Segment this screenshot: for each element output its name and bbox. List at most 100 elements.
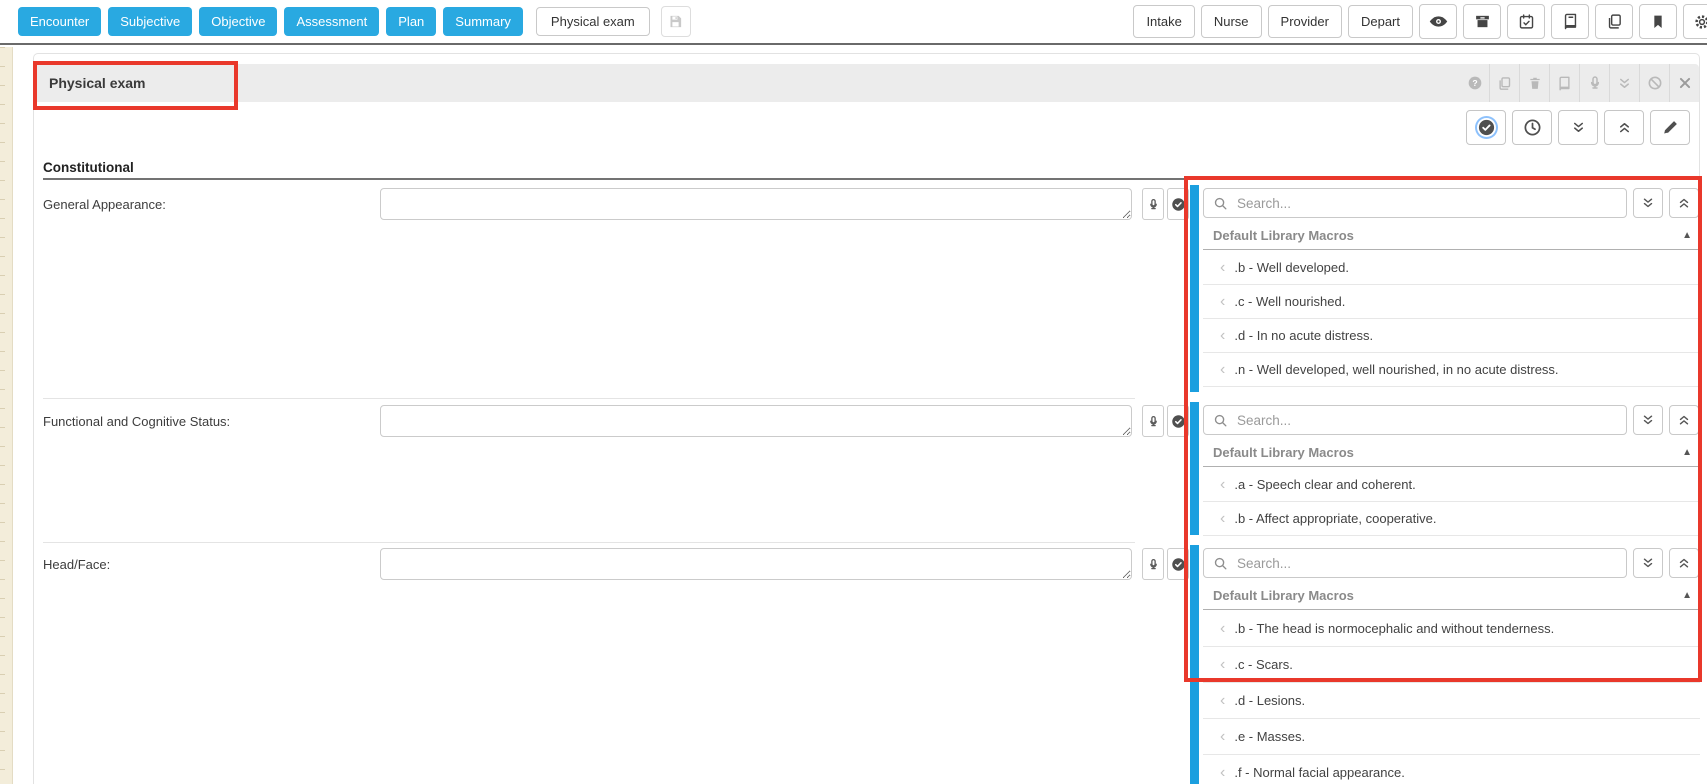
top-navigation-bar: Encounter Subjective Objective Assessmen… (0, 0, 1707, 45)
tab-assessment[interactable]: Assessment (284, 7, 379, 36)
expand-macros-button[interactable] (1633, 188, 1663, 218)
collapse-macros-button[interactable] (1669, 188, 1699, 218)
check-circle-icon (1171, 557, 1186, 572)
macro-item[interactable]: ‹.n - Well developed, well nourished, in… (1203, 353, 1700, 387)
macro-item[interactable]: ‹.a - Speech clear and coherent. (1203, 468, 1700, 502)
macro-group-header[interactable]: Default Library Macros ▲ (1203, 439, 1700, 467)
tab-summary[interactable]: Summary (443, 7, 523, 36)
macro-item[interactable]: ‹.d - In no acute distress. (1203, 319, 1700, 353)
macro-label: .n - Well developed, well nourished, in … (1234, 362, 1558, 377)
double-chevron-down-icon (1617, 76, 1632, 91)
collapse-triangle-icon: ▲ (1682, 590, 1692, 601)
tab-objective[interactable]: Objective (199, 7, 277, 36)
collapse-macros-button[interactable] (1669, 405, 1699, 435)
macro-label: .d - Lesions. (1234, 693, 1305, 708)
macro-group-header[interactable]: Default Library Macros ▲ (1203, 222, 1700, 250)
tab-subjective[interactable]: Subjective (108, 7, 192, 36)
dictate-field-button[interactable] (1142, 405, 1164, 437)
normal-field-button[interactable] (1167, 548, 1189, 580)
tab-plan[interactable]: Plan (386, 7, 436, 36)
double-chevron-down-icon (1641, 556, 1655, 570)
dictate-button[interactable] (1579, 64, 1609, 102)
copy-button[interactable] (1595, 4, 1633, 39)
macro-label: .c - Scars. (1234, 657, 1293, 672)
panel-header: Physical exam ? (34, 64, 1699, 102)
chevron-left-icon: ‹ (1220, 657, 1225, 673)
gear-button[interactable] (1683, 4, 1707, 39)
double-chevron-up-icon (1677, 556, 1691, 570)
help-circle-icon: ? (1467, 75, 1483, 91)
macro-group-title: Default Library Macros (1213, 445, 1354, 460)
macro-item[interactable]: ‹.c - Well nourished. (1203, 285, 1700, 319)
microphone-icon (1147, 558, 1160, 571)
depart-button[interactable]: Depart (1348, 5, 1413, 38)
help-button[interactable]: ? (1460, 64, 1489, 102)
macro-item[interactable]: ‹.b - Well developed. (1203, 251, 1700, 285)
collapse-macros-button[interactable] (1669, 548, 1699, 578)
bookmark-button[interactable] (1639, 4, 1677, 39)
head-face-textarea[interactable] (380, 548, 1132, 580)
pencil-icon (1662, 119, 1679, 136)
calendar-check-icon (1518, 13, 1535, 30)
macro-item[interactable]: ‹.d - Lesions. (1203, 683, 1700, 719)
double-chevron-down-icon (1641, 413, 1655, 427)
tab-encounter[interactable]: Encounter (18, 7, 101, 36)
functional-cognitive-status-textarea[interactable] (380, 405, 1132, 437)
macro-label: .e - Masses. (1234, 729, 1305, 744)
book-button[interactable] (1551, 4, 1589, 39)
calendar-check-button[interactable] (1507, 4, 1545, 39)
copy-icon (1606, 13, 1623, 30)
macro-label: .c - Well nourished. (1234, 294, 1345, 309)
macro-search-input[interactable] (1235, 195, 1618, 212)
eye-button[interactable] (1419, 4, 1457, 39)
close-icon (1678, 76, 1692, 90)
dictate-field-button[interactable] (1142, 548, 1164, 580)
field-label: Functional and Cognitive Status: (43, 414, 230, 429)
macro-item[interactable]: ‹.b - The head is normocephalic and with… (1203, 611, 1700, 647)
double-chevron-down-icon (1571, 120, 1586, 135)
section-divider (43, 178, 1700, 180)
library-button[interactable] (1549, 64, 1579, 102)
collapse-triangle-icon: ▲ (1682, 230, 1692, 241)
macro-item[interactable]: ‹.f - Normal facial appearance. (1203, 755, 1700, 784)
macro-group-header[interactable]: Default Library Macros ▲ (1203, 582, 1700, 610)
delete-button[interactable] (1519, 64, 1549, 102)
double-chevron-up-icon (1677, 196, 1691, 210)
edit-button[interactable] (1650, 110, 1690, 145)
macro-item[interactable]: ‹.e - Masses. (1203, 719, 1700, 755)
intake-button[interactable]: Intake (1133, 5, 1194, 38)
expand-macros-button[interactable] (1633, 548, 1663, 578)
row-divider (43, 542, 1135, 543)
macro-item[interactable]: ‹ .c - Scars. (1203, 647, 1700, 683)
check-circle-icon (1171, 197, 1186, 212)
chevron-left-icon: ‹ (1220, 765, 1225, 781)
collapse-all-button[interactable] (1604, 110, 1644, 145)
copy-note-button[interactable] (1489, 64, 1519, 102)
tab-physical-exam[interactable]: Physical exam (536, 7, 650, 36)
macro-item[interactable]: ‹.b - Affect appropriate, cooperative. (1203, 502, 1700, 536)
dictate-field-button[interactable] (1142, 188, 1164, 220)
collapse-section-button[interactable] (1609, 64, 1639, 102)
archive-button[interactable] (1463, 4, 1501, 39)
macro-search-input[interactable] (1235, 412, 1618, 429)
double-chevron-up-icon (1677, 413, 1691, 427)
save-button[interactable] (661, 6, 691, 37)
provider-button[interactable]: Provider (1268, 5, 1342, 38)
left-ruler-strip (0, 47, 13, 784)
macro-group-title: Default Library Macros (1213, 228, 1354, 243)
normal-field-button[interactable] (1167, 188, 1189, 220)
microphone-icon (1147, 415, 1160, 428)
mark-normal-button[interactable] (1466, 110, 1506, 145)
nurse-button[interactable]: Nurse (1201, 5, 1262, 38)
history-button[interactable] (1512, 110, 1552, 145)
macro-search-input[interactable] (1235, 555, 1618, 572)
disable-button[interactable] (1639, 64, 1669, 102)
expand-all-button[interactable] (1558, 110, 1598, 145)
close-button[interactable] (1669, 64, 1699, 102)
expand-macros-button[interactable] (1633, 405, 1663, 435)
chevron-left-icon: ‹ (1220, 511, 1225, 527)
chevron-left-icon: ‹ (1220, 328, 1225, 344)
search-icon (1213, 556, 1228, 571)
general-appearance-textarea[interactable] (380, 188, 1132, 220)
normal-field-button[interactable] (1167, 405, 1189, 437)
